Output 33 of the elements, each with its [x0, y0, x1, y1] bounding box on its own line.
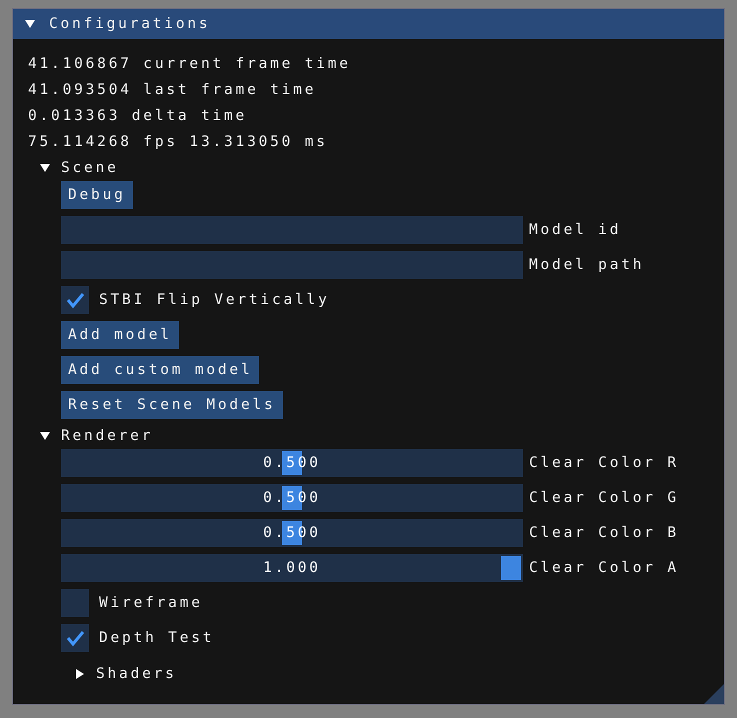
input-field[interactable] [61, 251, 523, 279]
tree-node[interactable]: Shaders [75, 661, 177, 687]
stat-text: 75.114268 fps 13.313050 ms [28, 133, 329, 152]
field-label: Model id [529, 222, 622, 238]
tree-arrow-icon [75, 669, 85, 679]
checkbox-label: STBI Flip Vertically [99, 292, 330, 308]
checkbox[interactable] [61, 286, 89, 314]
button[interactable]: Add model [61, 321, 179, 349]
slider-label: Clear Color G [529, 490, 679, 506]
resize-grip-icon[interactable] [704, 684, 724, 704]
stat-text: 0.013363 delta time [28, 107, 248, 126]
checkbox-label: Wireframe [99, 595, 203, 611]
button[interactable]: Debug [61, 181, 133, 209]
tree-arrow-icon [40, 163, 50, 173]
tree-node[interactable]: Renderer [28, 423, 154, 449]
slider-label: Clear Color A [529, 560, 679, 576]
window-title-bar[interactable]: Configurations [13, 9, 724, 39]
collapse-arrow-icon [25, 19, 35, 29]
stat-text: 41.106867 current frame time [28, 55, 352, 74]
tree-node[interactable]: Scene [28, 155, 119, 181]
slider-label: Clear Color B [529, 525, 679, 541]
checkbox[interactable] [61, 589, 89, 617]
slider[interactable]: 1.000 [61, 554, 523, 582]
stat-text: 41.093504 last frame time [28, 81, 318, 100]
checkbox-label: Depth Test [99, 630, 214, 646]
tree-arrow-icon [40, 431, 50, 441]
input-field[interactable] [61, 216, 523, 244]
field-label: Model path [529, 257, 644, 273]
slider-handle[interactable] [501, 556, 521, 580]
slider-label: Clear Color R [529, 455, 679, 471]
button[interactable]: Add custom model [61, 356, 260, 384]
checkbox[interactable] [61, 624, 89, 652]
button[interactable]: Reset Scene Models [61, 391, 283, 419]
